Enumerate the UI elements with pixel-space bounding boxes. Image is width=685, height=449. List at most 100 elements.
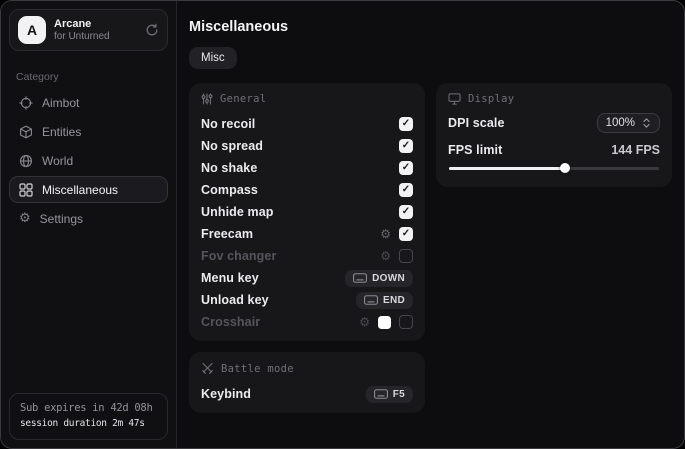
unhide-map-checkbox[interactable]: ✓: [399, 205, 413, 219]
sidebar-item-world[interactable]: World: [9, 147, 168, 174]
session-duration-text: session duration 2m 47s: [20, 417, 157, 431]
compass-checkbox[interactable]: ✓: [399, 183, 413, 197]
slider-track: [449, 167, 659, 170]
globe-icon: [19, 154, 33, 168]
fps-limit-slider[interactable]: [449, 161, 659, 175]
brand-card: A Arcane for Unturned: [9, 9, 168, 51]
main-content: Miscellaneous Misc General: [177, 1, 684, 448]
row-label: Keybind: [201, 387, 366, 401]
check-icon: ✓: [402, 229, 410, 239]
row-no-spread: No spread ✓: [201, 135, 413, 157]
row-compass: Compass ✓: [201, 179, 413, 201]
row-label: No recoil: [201, 117, 399, 131]
chevrons-up-down-icon: [642, 117, 651, 129]
check-icon: ✓: [402, 141, 410, 151]
fov-changer-settings-gear-icon[interactable]: ⚙: [380, 250, 391, 262]
row-freecam: Freecam ⚙ ✓: [201, 223, 413, 245]
battle-panel-header: Battle mode: [201, 362, 413, 375]
check-icon: ✓: [402, 163, 410, 173]
display-panel-header: Display: [448, 93, 660, 105]
category-label: Category: [16, 71, 176, 83]
left-column: General No recoil ✓ No spread ✓ No shake…: [189, 83, 425, 413]
dpi-scale-value: 100%: [606, 117, 635, 129]
row-label: FPS limit: [448, 143, 611, 157]
page-title: Miscellaneous: [189, 19, 669, 35]
row-label: DPI scale: [448, 116, 597, 130]
battle-keybind-button[interactable]: F5: [366, 386, 413, 403]
sidebar-item-label: Aimbot: [42, 96, 79, 110]
check-icon: ✓: [402, 207, 410, 217]
slider-thumb[interactable]: [560, 163, 570, 173]
freecam-checkbox[interactable]: ✓: [399, 227, 413, 241]
subscription-box: Sub expires in 42d 08h session duration …: [9, 393, 168, 440]
panel-title: Battle mode: [221, 363, 294, 375]
sub-expires-text: Sub expires in 42d 08h: [20, 401, 157, 417]
row-unload-key: Unload key END: [201, 289, 413, 311]
no-shake-checkbox[interactable]: ✓: [399, 161, 413, 175]
crosshair-color-swatch[interactable]: [378, 316, 391, 329]
general-panel: General No recoil ✓ No spread ✓ No shake…: [189, 83, 425, 341]
row-fov-changer: Fov changer ⚙: [201, 245, 413, 267]
sidebar-item-label: World: [42, 154, 73, 168]
dpi-scale-select[interactable]: 100%: [597, 113, 660, 133]
row-label: Unload key: [201, 293, 356, 307]
sidebar-item-aimbot[interactable]: Aimbot: [9, 89, 168, 116]
crosshair-icon: [19, 96, 33, 110]
row-label: Fov changer: [201, 249, 380, 263]
slider-fill: [449, 167, 565, 170]
panel-title: General: [220, 93, 266, 105]
freecam-settings-gear-icon[interactable]: ⚙: [380, 228, 391, 240]
battle-mode-panel: Battle mode Keybind F5: [189, 352, 425, 413]
tab-misc[interactable]: Misc: [189, 47, 237, 69]
crosshair-checkbox[interactable]: [399, 315, 413, 329]
sidebar-item-settings[interactable]: ⚙ Settings: [9, 205, 168, 232]
row-label: Unhide map: [201, 205, 399, 219]
brand-text: Arcane for Unturned: [54, 18, 137, 42]
row-fps-limit: FPS limit 144 FPS: [448, 143, 660, 157]
sidebar-item-miscellaneous[interactable]: Miscellaneous: [9, 176, 168, 203]
row-battle-keybind: Keybind F5: [201, 383, 413, 405]
menu-key-button[interactable]: DOWN: [345, 270, 413, 287]
monitor-icon: [448, 93, 461, 105]
keybind-value: F5: [393, 389, 405, 400]
tab-bar: Misc: [189, 47, 669, 69]
panel-columns: General No recoil ✓ No spread ✓ No shake…: [189, 83, 669, 413]
sidebar-spacer: [1, 232, 176, 385]
swords-icon: [201, 362, 214, 375]
check-icon: ✓: [402, 185, 410, 195]
fov-changer-checkbox[interactable]: [399, 249, 413, 263]
keybind-value: DOWN: [372, 273, 405, 284]
row-label: Crosshair: [201, 315, 359, 329]
sidebar-nav: Aimbot Entities World: [1, 89, 176, 232]
brand-avatar: A: [18, 16, 46, 44]
row-crosshair: Crosshair ⚙: [201, 311, 413, 333]
row-no-shake: No shake ✓: [201, 157, 413, 179]
brand-title: Arcane: [54, 18, 137, 31]
gear-icon: ⚙: [19, 212, 31, 225]
keybind-value: END: [383, 295, 405, 306]
crosshair-settings-gear-icon[interactable]: ⚙: [359, 316, 370, 328]
sidebar-item-label: Miscellaneous: [42, 183, 118, 197]
no-spread-checkbox[interactable]: ✓: [399, 139, 413, 153]
right-column: Display DPI scale 100% FPS limit: [436, 83, 672, 187]
row-label: No shake: [201, 161, 399, 175]
panel-title: Display: [468, 93, 514, 105]
sidebar-item-label: Entities: [42, 125, 81, 139]
row-label: No spread: [201, 139, 399, 153]
check-icon: ✓: [402, 119, 410, 129]
sidebar-item-label: Settings: [40, 212, 83, 226]
cube-icon: [19, 125, 33, 139]
unload-key-button[interactable]: END: [356, 292, 413, 309]
no-recoil-checkbox[interactable]: ✓: [399, 117, 413, 131]
row-label: Menu key: [201, 271, 345, 285]
row-label: Compass: [201, 183, 399, 197]
sliders-icon: [201, 93, 213, 105]
refresh-icon[interactable]: [145, 23, 159, 37]
keyboard-icon: [364, 295, 378, 305]
keyboard-icon: [374, 389, 388, 399]
grid-icon: [19, 183, 33, 197]
general-panel-header: General: [201, 93, 413, 105]
row-no-recoil: No recoil ✓: [201, 113, 413, 135]
row-dpi-scale: DPI scale 100%: [448, 113, 660, 133]
sidebar-item-entities[interactable]: Entities: [9, 118, 168, 145]
